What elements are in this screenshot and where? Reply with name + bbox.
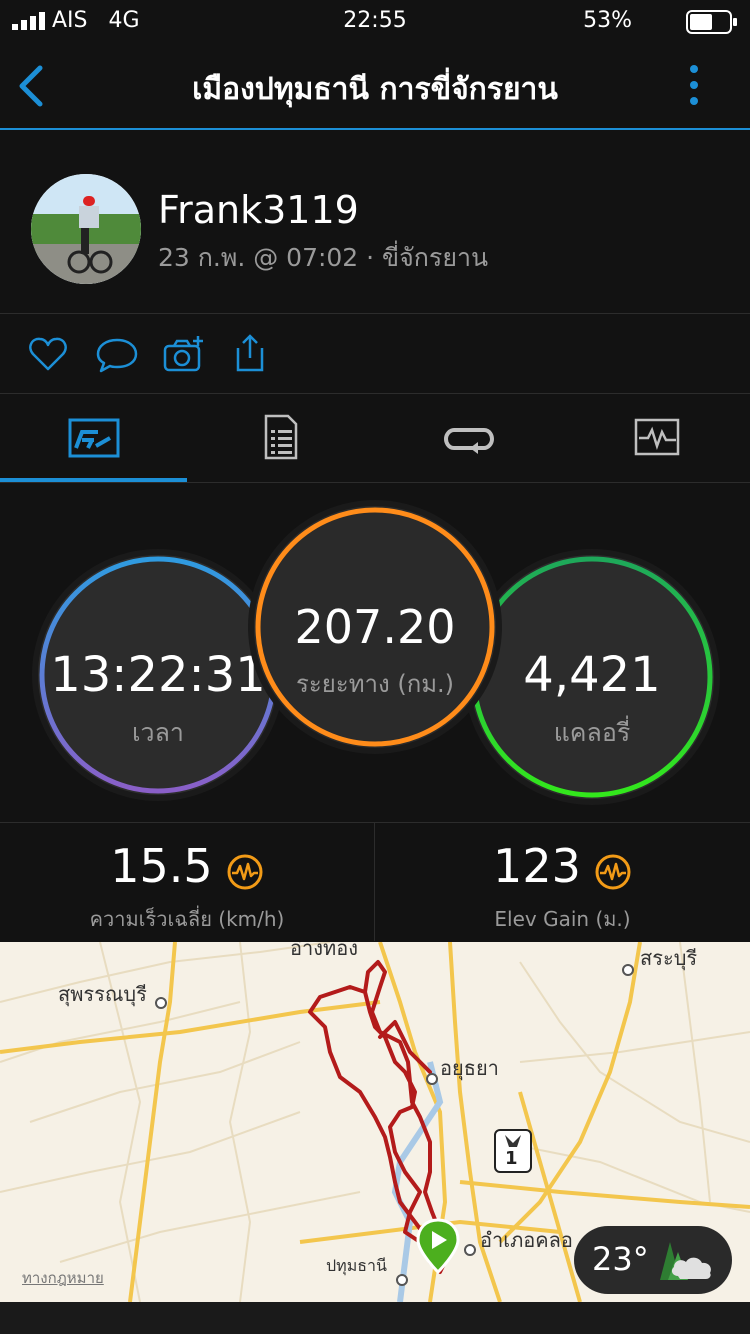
divider: [0, 313, 750, 314]
weather-badge[interactable]: 23°: [574, 1226, 732, 1294]
tab-charts-icon[interactable]: [634, 418, 680, 456]
legal-link[interactable]: ทางกฎหมาย: [22, 1266, 104, 1290]
pulse-icon: [595, 854, 631, 889]
clock-text: 22:55: [343, 8, 407, 33]
map-label-angthong: อ่างทอง: [290, 942, 358, 960]
time-circle: 13:22:31 เวลา: [38, 555, 278, 795]
distance-circle: 207.20 ระยะทาง (กม.): [254, 506, 496, 748]
avatar[interactable]: [31, 174, 141, 284]
status-bar: AIS 4G 22:55 53%: [0, 0, 750, 44]
pulse-icon: [227, 854, 263, 889]
time-value: 13:22:31: [50, 647, 266, 703]
comment-icon[interactable]: [95, 336, 139, 374]
map-label-saraburi: สระบุรี: [640, 946, 698, 970]
calories-circle: 4,421 แคลอรี่: [470, 555, 714, 799]
avg-speed-label: ความเร็วเฉลี่ย (km/h): [89, 907, 285, 931]
time-label: เวลา: [132, 718, 184, 747]
avatar-photo: [31, 174, 141, 284]
more-options-icon[interactable]: [686, 62, 702, 108]
share-icon[interactable]: [232, 332, 268, 374]
avg-speed-cell[interactable]: 15.5 ความเร็วเฉลี่ย (km/h): [0, 822, 375, 941]
weather-temp: 23°: [592, 1240, 649, 1278]
calories-value: 4,421: [523, 647, 661, 703]
map-label-suphanburi: สุพรรณบุรี: [58, 982, 147, 1006]
distance-value: 207.20: [294, 600, 456, 654]
elev-gain-value: 123: [493, 839, 581, 893]
elev-gain-cell[interactable]: 123 Elev Gain (ม.): [375, 822, 750, 941]
add-photo-icon[interactable]: [162, 334, 206, 374]
page-title: เมืองปทุมธานี การขี่จักรยาน: [192, 72, 558, 107]
activity-meta: 23 ก.พ. @ 07:02 · ขี่จักรยาน: [158, 243, 489, 272]
battery-icon: [686, 10, 737, 34]
map-label-pathumthani: ปทุมธานี: [326, 1256, 387, 1275]
tab-details-icon[interactable]: [262, 414, 300, 460]
cloud-tree-icon: [660, 1242, 711, 1280]
map-label-khlong: อำเภอคลอ: [480, 1228, 573, 1252]
avg-speed-value: 15.5: [110, 839, 213, 893]
calories-label: แคลอรี่: [553, 718, 631, 747]
tab-overview-icon[interactable]: [68, 418, 120, 458]
username[interactable]: Frank3119: [158, 188, 359, 232]
distance-label: ระยะทาง (กม.): [295, 670, 455, 698]
nav-bar: เมืองปทุมธานี การขี่จักรยาน: [0, 44, 750, 130]
divider: [0, 393, 750, 394]
battery-percent: 53%: [583, 8, 632, 33]
heart-icon[interactable]: [28, 336, 68, 372]
bottom-bar: [0, 1302, 750, 1334]
map-label-ayutthaya: อยุธยา: [440, 1056, 499, 1080]
divider: [0, 482, 750, 483]
tab-laps-icon[interactable]: [444, 422, 494, 456]
elev-gain-label: Elev Gain (ม.): [494, 907, 631, 931]
route-shield-number: 1: [505, 1148, 518, 1169]
